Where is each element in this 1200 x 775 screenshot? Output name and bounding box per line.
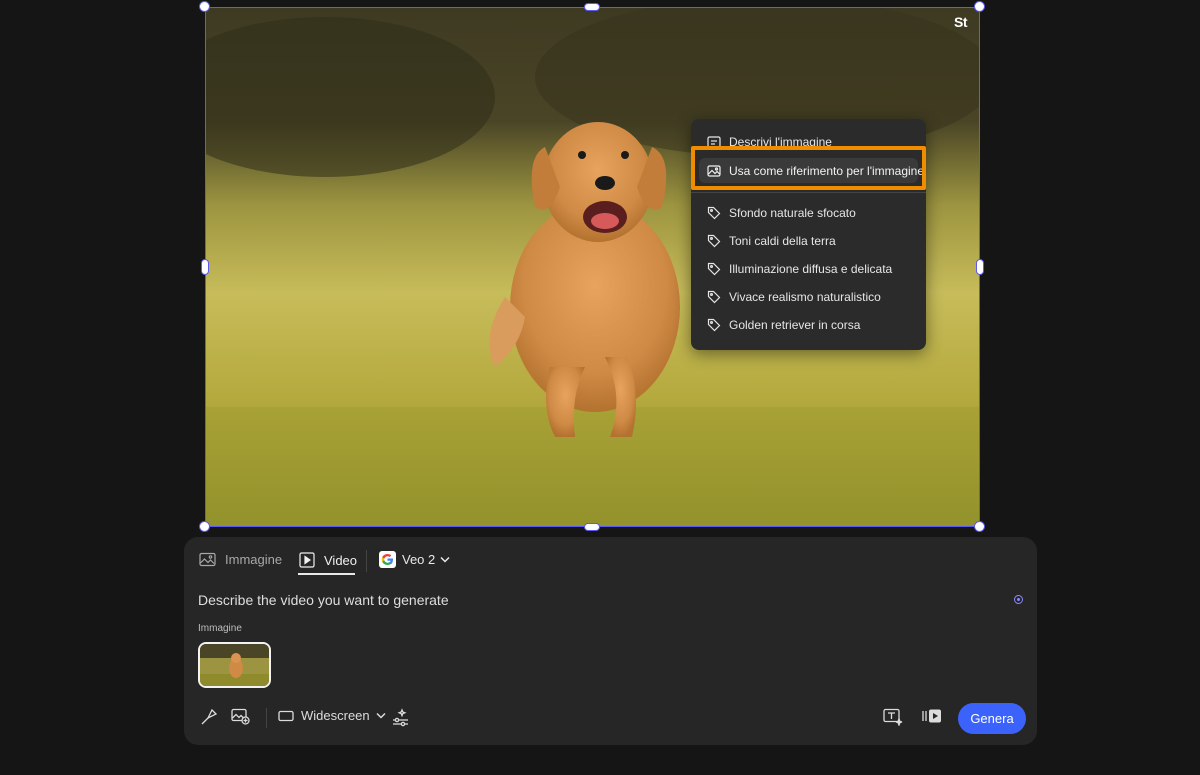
generate-button[interactable]: Genera bbox=[958, 703, 1026, 734]
menu-divider bbox=[691, 192, 926, 193]
prompt-panel: Immagine Video Veo 2 Describe the video … bbox=[184, 537, 1037, 745]
menu-item-describe-image[interactable]: Descrivi l'immagine bbox=[691, 128, 926, 156]
menu-item-tag[interactable]: Vivace realismo naturalistico bbox=[691, 283, 926, 311]
chevron-down-icon bbox=[440, 556, 450, 563]
enhance-prompt-icon[interactable] bbox=[1014, 595, 1023, 604]
menu-item-label: Toni caldi della terra bbox=[729, 234, 836, 248]
style-brush-icon[interactable] bbox=[200, 708, 218, 726]
tag-icon bbox=[707, 262, 721, 276]
divider bbox=[266, 708, 267, 728]
model-dropdown[interactable]: Veo 2 bbox=[379, 551, 450, 568]
tab-label: Immagine bbox=[225, 552, 283, 567]
video-settings-icon[interactable] bbox=[921, 708, 943, 724]
effects-settings-icon[interactable] bbox=[391, 708, 410, 727]
menu-item-label: Illuminazione diffusa e delicata bbox=[729, 262, 893, 276]
prompt-input[interactable]: Describe the video you want to generate bbox=[198, 592, 449, 608]
menu-item-tag[interactable]: Toni caldi della terra bbox=[691, 227, 926, 255]
chevron-down-icon bbox=[376, 712, 386, 719]
text-effects-icon[interactable] bbox=[883, 708, 903, 726]
stock-badge: St bbox=[954, 14, 968, 30]
menu-item-label: Vivace realismo naturalistico bbox=[729, 290, 881, 304]
model-label: Veo 2 bbox=[402, 552, 436, 567]
reference-image-thumbnail[interactable] bbox=[198, 642, 271, 688]
menu-item-label: Golden retriever in corsa bbox=[729, 318, 861, 332]
tag-icon bbox=[707, 206, 721, 220]
menu-item-use-as-reference[interactable]: Usa come riferimento per l'immagine bbox=[699, 158, 924, 183]
resize-handle-bottom-left[interactable] bbox=[199, 521, 210, 532]
aspect-ratio-label: Widescreen bbox=[301, 708, 370, 723]
add-image-icon[interactable] bbox=[231, 708, 250, 725]
resize-handle-bottom[interactable] bbox=[584, 523, 600, 531]
aspect-ratio-dropdown[interactable]: Widescreen bbox=[278, 708, 386, 723]
menu-item-tag[interactable]: Golden retriever in corsa bbox=[691, 311, 926, 339]
widescreen-icon bbox=[278, 710, 294, 722]
resize-handle-top-right[interactable] bbox=[974, 1, 985, 12]
image-icon bbox=[707, 164, 721, 178]
menu-item-label: Descrivi l'immagine bbox=[729, 135, 832, 149]
reference-image-label: Immagine bbox=[198, 623, 242, 634]
menu-item-tag[interactable]: Illuminazione diffusa e delicata bbox=[691, 255, 926, 283]
describe-image-icon bbox=[707, 135, 721, 149]
tab-image[interactable]: Immagine bbox=[199, 552, 282, 567]
context-menu: Descrivi l'immagine Usa come riferimento… bbox=[691, 119, 926, 350]
google-icon bbox=[379, 551, 396, 568]
resize-handle-left[interactable] bbox=[201, 259, 209, 275]
tab-video[interactable]: Video bbox=[299, 552, 357, 568]
menu-item-tag[interactable]: Sfondo naturale sfocato bbox=[691, 199, 926, 227]
resize-handle-right[interactable] bbox=[976, 259, 984, 275]
resize-handle-bottom-right[interactable] bbox=[974, 521, 985, 532]
resize-handle-top-left[interactable] bbox=[199, 1, 210, 12]
app-stage: St Descrivi l'immagine Usa come riferime… bbox=[0, 0, 1200, 775]
resize-handle-top[interactable] bbox=[584, 3, 600, 11]
divider bbox=[366, 550, 367, 572]
menu-item-label: Sfondo naturale sfocato bbox=[729, 206, 856, 220]
menu-item-label: Usa come riferimento per l'immagine bbox=[729, 163, 925, 178]
tag-icon bbox=[707, 318, 721, 332]
active-tab-indicator bbox=[298, 573, 355, 575]
tag-icon bbox=[707, 234, 721, 248]
tag-icon bbox=[707, 290, 721, 304]
image-icon bbox=[199, 552, 216, 567]
tab-label: Video bbox=[324, 552, 358, 568]
video-play-icon bbox=[299, 552, 315, 568]
